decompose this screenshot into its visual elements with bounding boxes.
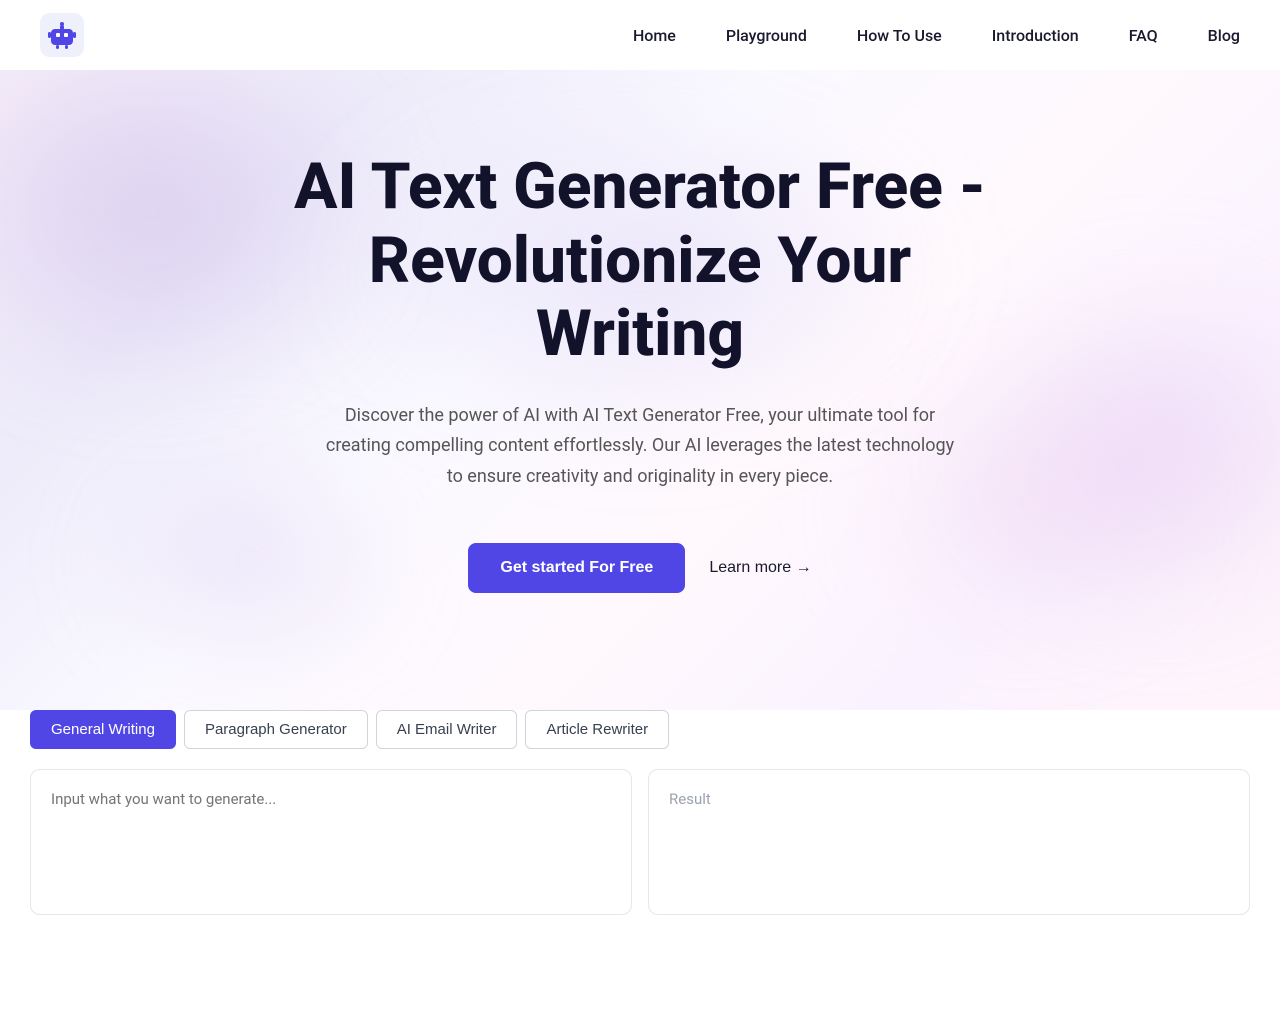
input-textarea[interactable] — [51, 790, 611, 890]
logo[interactable] — [40, 13, 84, 57]
nav-item-faq[interactable]: FAQ — [1129, 26, 1158, 45]
tab-article-rewriter[interactable]: Article Rewriter — [525, 710, 669, 749]
result-label: Result — [669, 790, 711, 808]
hero-buttons: Get started For Free Learn more → — [40, 543, 1240, 593]
nav-link-how-to-use[interactable]: How To Use — [857, 26, 942, 45]
tool-section: General Writing Paragraph Generator AI E… — [0, 710, 1280, 955]
nav-link-home[interactable]: Home — [633, 26, 676, 45]
nav-item-playground[interactable]: Playground — [726, 26, 807, 45]
nav-item-how-to-use[interactable]: How To Use — [857, 26, 942, 45]
nav-link-blog[interactable]: Blog — [1208, 26, 1240, 45]
tab-paragraph-generator[interactable]: Paragraph Generator — [184, 710, 368, 749]
logo-icon — [40, 13, 84, 57]
hero-section: AI Text Generator Free - Revolutionize Y… — [0, 70, 1280, 710]
nav-link-introduction[interactable]: Introduction — [992, 26, 1079, 45]
nav-item-home[interactable]: Home — [633, 26, 676, 45]
nav-item-introduction[interactable]: Introduction — [992, 26, 1079, 45]
tab-general-writing[interactable]: General Writing — [30, 710, 176, 749]
learn-more-button[interactable]: Learn more → — [709, 559, 811, 577]
tool-panels: Result — [30, 769, 1250, 915]
nav-item-blog[interactable]: Blog — [1208, 26, 1240, 45]
nav-link-playground[interactable]: Playground — [726, 26, 807, 45]
nav-link-faq[interactable]: FAQ — [1129, 26, 1158, 45]
nav-links: Home Playground How To Use Introduction … — [633, 26, 1240, 45]
tool-tabs: General Writing Paragraph Generator AI E… — [30, 710, 1250, 749]
input-panel — [30, 769, 632, 915]
hero-content: AI Text Generator Free - Revolutionize Y… — [40, 150, 1240, 593]
hero-subheading: Discover the power of AI with AI Text Ge… — [320, 401, 960, 493]
result-panel: Result — [648, 769, 1250, 915]
hero-heading: AI Text Generator Free - Revolutionize Y… — [260, 150, 1020, 371]
get-started-button[interactable]: Get started For Free — [468, 543, 685, 593]
navbar: Home Playground How To Use Introduction … — [0, 0, 1280, 70]
tab-ai-email-writer[interactable]: AI Email Writer — [376, 710, 518, 749]
